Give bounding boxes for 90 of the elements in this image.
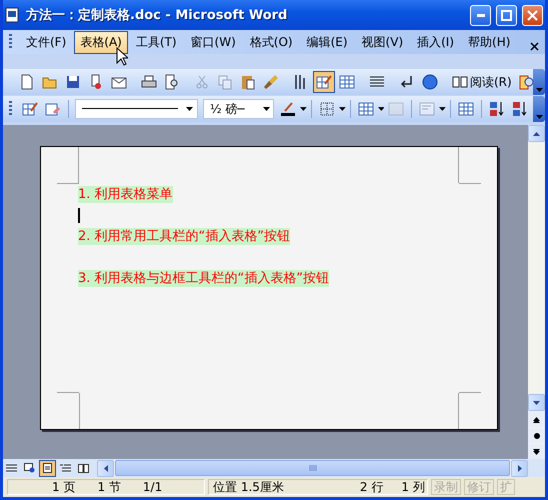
dropdown-arrow-icon [300,107,308,111]
dropdown-arrow-icon [536,115,542,119]
menu-item[interactable]: 视图(V) [356,30,410,54]
return-arrow-icon [399,74,415,90]
dropdown-arrow-icon [186,107,194,111]
grip-handle[interactable] [9,34,12,50]
table-icon [358,101,374,117]
table-pencil-icon [22,101,38,117]
dropdown-arrow-icon [536,88,542,92]
mouse-pointer-icon [116,47,128,66]
close-icon [527,10,538,20]
read-button[interactable]: 阅读(R) [449,71,515,93]
right-arrow-icon [518,464,522,472]
dropdown-arrow-icon [439,107,446,111]
line-style-dropdown[interactable] [74,99,198,119]
next-page-button[interactable] [528,444,545,459]
menu-item[interactable]: 格式(O) [244,30,299,54]
dropdown-arrow-icon [378,107,384,111]
sort-descending-icon [512,101,528,117]
document-icon [5,7,21,23]
scroll-right-button[interactable] [511,460,528,476]
pen-color-icon [280,101,296,117]
menu-item[interactable]: 表格(A) [74,30,128,54]
text-cursor [78,208,80,223]
eraser-icon [44,101,61,117]
highlighted-text: 3. 利用表格与边框工具栏的“插入表格”按钮 [78,270,330,287]
table-icon [339,74,355,90]
status-text: 位置 1.5厘米 [213,478,284,496]
border-grid-icon [319,101,335,117]
status-text: 2 行 [358,478,384,496]
down-arrow-icon [533,400,540,404]
menu-item[interactable]: 帮助(H) [462,30,516,54]
menu-item[interactable]: 窗口(W) [184,30,242,54]
minimize-icon [476,14,484,16]
line-sample-icon [82,108,178,110]
merge-cells-icon [388,101,404,117]
grip-icon [308,465,316,471]
vertical-scrollbar[interactable] [528,125,545,459]
toolbar-options-button[interactable] [533,69,545,95]
select-browse-object-button[interactable] [528,428,545,443]
menu-item[interactable]: 工具(T) [130,30,183,54]
dot-icon [534,432,540,438]
print-layout-button[interactable] [39,460,56,476]
scroll-left-button[interactable] [97,460,114,476]
grip-handle[interactable] [9,101,12,117]
page-globe-icon [24,463,35,473]
copy-icon [217,74,233,90]
toolbar-options-button[interactable] [533,96,545,122]
line-weight-dropdown[interactable]: ½ 磅─ [202,99,274,119]
clipboard-icon [240,74,256,90]
printer-icon [141,74,157,90]
table-pencil-icon [316,74,332,90]
status-text: 1 列 [400,478,425,496]
new-document-icon [19,74,35,90]
status-text: 1/1 [142,480,162,494]
brush-icon [263,74,279,90]
menu-item[interactable]: 文件(F) [20,30,72,54]
maximize-button[interactable] [496,4,517,26]
sort-ascending-icon [488,101,505,117]
align-icon [419,101,436,117]
book-icon [452,74,468,90]
scroll-up-button[interactable] [528,125,545,142]
maximize-icon [501,10,512,20]
lines-icon [6,464,17,472]
highlighted-text: 1. 利用表格菜单 [78,186,173,203]
highlighted-text: 2. 利用常用工具栏的“插入表格”按钮 [78,228,290,245]
draw-table-button[interactable] [313,71,335,93]
save-icon [65,74,81,90]
close-button[interactable] [522,4,543,26]
magnifier-page-icon [164,74,180,90]
double-down-arrow-icon [533,448,540,454]
status-text: 1 节 [96,478,121,496]
minimize-button[interactable] [470,4,491,26]
close-icon[interactable] [530,42,539,51]
previous-page-button[interactable] [528,412,545,427]
window-title: 方法一：定制表格.doc - Microsoft Word [26,6,288,24]
up-arrow-icon [533,132,540,136]
double-up-arrow-icon [533,416,540,422]
scissors-icon [194,74,210,90]
menu-item[interactable]: 插入(I) [411,30,460,54]
table-icon [458,101,474,117]
menu-item[interactable]: 编辑(E) [300,30,354,54]
page-icon [43,463,52,473]
left-arrow-icon [104,464,108,472]
dropdown-arrow-icon [262,107,270,111]
dropdown-arrow-icon [339,107,346,111]
outline-icon [60,464,71,472]
scroll-down-button[interactable] [528,394,545,411]
status-text: 1 页 [51,478,76,496]
book-icon [78,464,89,472]
